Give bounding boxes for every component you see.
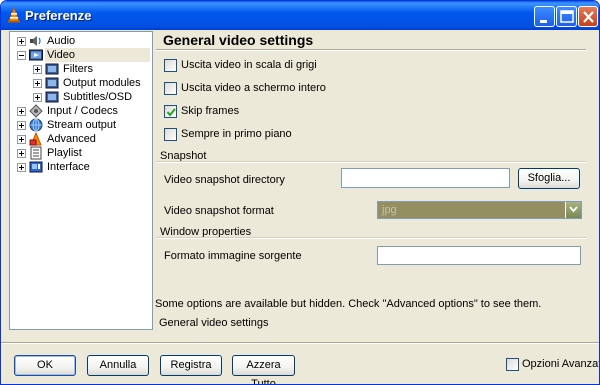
expand-icon[interactable] — [17, 37, 26, 46]
snapshot-format-value: jpg — [382, 204, 397, 216]
expand-icon[interactable] — [17, 163, 26, 172]
tree-item-output-modules[interactable]: Output modules — [10, 76, 152, 90]
cancel-button[interactable]: Annulla — [87, 355, 149, 376]
category-tree[interactable]: Audio Video Filters Output modules Subti… — [9, 31, 153, 330]
expand-icon[interactable] — [17, 135, 26, 144]
film-icon — [45, 62, 59, 76]
minimize-button[interactable] — [534, 6, 555, 27]
advanced-options-checkbox[interactable] — [506, 358, 519, 371]
film-icon — [45, 76, 59, 90]
reset-all-button[interactable]: Azzera Tutto — [232, 355, 295, 384]
vlc-cone-icon — [6, 6, 22, 23]
tree-item-video[interactable]: Video — [10, 48, 152, 62]
tree-item-label: Interface — [47, 161, 90, 173]
tree-item-filters[interactable]: Filters — [10, 62, 152, 76]
tree-item-label: Audio — [47, 35, 76, 47]
tree-item-stream-output[interactable]: Stream output — [10, 118, 152, 132]
always-on-top-label: Sempre in primo piano — [181, 128, 292, 140]
speaker-icon — [29, 34, 43, 48]
grayscale-label: Uscita video in scala di grigi — [181, 59, 317, 71]
advanced-options-label: Opzioni Avanzate — [522, 358, 600, 370]
tree-item-label: Subtitles/OSD — [63, 91, 133, 103]
close-button[interactable] — [578, 6, 598, 27]
chevron-down-icon[interactable] — [565, 202, 581, 218]
interface-icon — [29, 160, 43, 174]
browse-button[interactable]: Sfoglia... — [518, 168, 580, 189]
expand-icon[interactable] — [17, 121, 26, 130]
advanced-icon — [29, 131, 43, 146]
tree-item-label: Playlist — [47, 147, 82, 159]
tree-item-label: Stream output — [47, 119, 117, 131]
film-icon — [45, 90, 59, 104]
skip-frames-label: Skip frames — [181, 105, 240, 117]
snapshot-directory-input[interactable] — [341, 168, 510, 188]
source-aspect-input[interactable] — [377, 246, 581, 265]
maximize-button[interactable] — [556, 6, 577, 27]
playlist-icon — [29, 146, 43, 160]
stream-globe-icon — [29, 118, 43, 132]
expand-icon[interactable] — [17, 107, 26, 116]
tree-item-label: Video — [45, 48, 150, 62]
page-title: General video settings — [163, 32, 314, 48]
save-button[interactable]: Registra — [160, 355, 222, 376]
tree-item-label: Input / Codecs — [47, 105, 118, 117]
expand-icon[interactable] — [17, 149, 26, 158]
tree-item-interface[interactable]: Interface — [10, 160, 152, 174]
codecs-icon — [29, 104, 43, 118]
checkmark-icon — [166, 108, 176, 117]
fullscreen-label: Uscita video a schermo intero — [181, 82, 326, 94]
skip-frames-checkbox[interactable] — [164, 105, 177, 118]
source-aspect-label: Formato immagine sorgente — [164, 250, 302, 262]
footer-title: General video settings — [159, 317, 269, 329]
video-icon — [29, 48, 43, 62]
snapshot-directory-label: Video snapshot directory — [164, 174, 285, 186]
ok-button[interactable]: OK — [14, 355, 76, 376]
window-title: Preferenze — [25, 8, 92, 23]
tree-item-label: Output modules — [63, 77, 141, 89]
tree-item-advanced[interactable]: Advanced — [10, 131, 152, 146]
snapshot-format-select[interactable]: jpg — [377, 201, 582, 219]
tree-item-subtitles-osd[interactable]: Subtitles/OSD — [10, 90, 152, 104]
snapshot-format-label: Video snapshot format — [164, 205, 274, 217]
expand-icon[interactable] — [33, 93, 42, 102]
expand-icon[interactable] — [33, 79, 42, 88]
always-on-top-checkbox[interactable] — [164, 128, 177, 141]
grayscale-checkbox[interactable] — [164, 59, 177, 72]
tree-item-playlist[interactable]: Playlist — [10, 146, 152, 160]
tree-item-label: Advanced — [47, 133, 96, 145]
expand-icon[interactable] — [33, 65, 42, 74]
fullscreen-checkbox[interactable] — [164, 82, 177, 95]
tree-item-input-codecs[interactable]: Input / Codecs — [10, 104, 152, 118]
title-bar[interactable]: Preferenze — [1, 1, 599, 30]
preferences-window: Preferenze Audio Video Filters Output mo… — [0, 0, 600, 385]
hidden-options-hint: Some options are available but hidden. C… — [155, 298, 542, 310]
tree-item-label: Filters — [63, 63, 93, 75]
collapse-icon[interactable] — [17, 51, 26, 60]
tree-item-audio[interactable]: Audio — [10, 34, 152, 48]
